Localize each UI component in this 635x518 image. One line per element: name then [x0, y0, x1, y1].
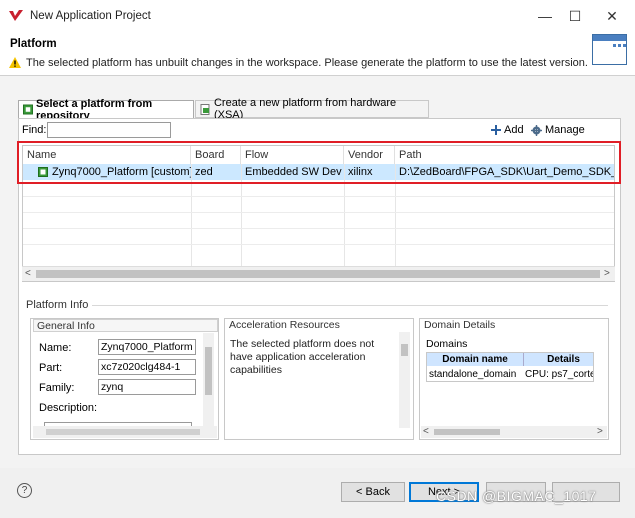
help-button[interactable]: ?: [17, 483, 32, 498]
close-button[interactable]: ✕: [597, 4, 627, 28]
window-title: New Application Project: [30, 10, 151, 22]
domain-name-cell[interactable]: standalone_domain: [429, 369, 516, 380]
acceleration-message: The selected platform does not have appl…: [230, 338, 375, 376]
tab-select-platform[interactable]: Select a platform from repository: [18, 98, 194, 122]
scroll-right-icon[interactable]: >: [597, 426, 603, 437]
general-info-title: General Info: [33, 319, 218, 332]
warning-message: The selected platform has unbuilt change…: [26, 57, 588, 69]
page-title: Platform: [10, 38, 57, 50]
back-button[interactable]: < Back: [341, 482, 405, 502]
gear-icon: [531, 124, 542, 136]
scroll-right-icon[interactable]: >: [604, 268, 610, 279]
domain-details-cell[interactable]: CPU: ps7_corte: [525, 369, 593, 380]
description-label: Description:: [39, 402, 98, 414]
watermark-text: CSDN @BIGMAC_1017: [436, 488, 597, 504]
scrollbar-thumb[interactable]: [36, 270, 600, 278]
selection-highlight-annotation: [17, 141, 621, 184]
row-divider: [23, 244, 614, 245]
name-field[interactable]: Zynq7000_Platform: [98, 339, 196, 355]
name-label: Name:: [39, 342, 72, 354]
manage-button[interactable]: Manage: [531, 124, 585, 136]
platform-info-label: Platform Info: [26, 299, 89, 311]
domains-table: Domain name Details standalone_domain CP…: [426, 352, 594, 382]
find-input[interactable]: [47, 122, 171, 138]
scrollbar-thumb[interactable]: [434, 429, 500, 435]
column-header-domain-name[interactable]: Domain name: [427, 353, 524, 366]
add-label: Add: [504, 124, 524, 136]
part-field[interactable]: xc7z020clg484-1: [98, 359, 196, 375]
column-header-details[interactable]: Details: [524, 353, 593, 366]
acceleration-resources-title: Acceleration Resources: [229, 319, 340, 331]
general-info-hscrollbar[interactable]: [33, 426, 217, 438]
general-info-scrollbar[interactable]: [203, 333, 214, 426]
manage-label: Manage: [545, 124, 585, 136]
minimize-button[interactable]: —: [530, 4, 560, 28]
platform-info-divider: [92, 305, 608, 306]
part-label: Part:: [39, 362, 63, 374]
table-horizontal-scrollbar[interactable]: < >: [22, 266, 615, 281]
wizard-banner-icon: [592, 34, 627, 65]
row-divider: [23, 212, 614, 213]
acceleration-resources-panel: [224, 318, 414, 440]
vitis-logo-icon: [9, 10, 23, 21]
row-divider: [23, 196, 614, 197]
maximize-button[interactable]: ☐: [560, 4, 590, 28]
xsa-file-icon: [200, 103, 210, 115]
domains-label: Domains: [426, 338, 468, 350]
acceleration-scrollbar[interactable]: [399, 332, 410, 428]
platform-icon: [23, 104, 33, 115]
warning-icon: [9, 57, 21, 68]
domain-details-title: Domain Details: [424, 319, 496, 331]
scrollbar-thumb[interactable]: [401, 344, 408, 356]
family-field[interactable]: zynq: [98, 379, 196, 395]
scroll-left-icon[interactable]: <: [423, 426, 429, 437]
find-label: Find:: [22, 124, 47, 136]
tab-create-platform[interactable]: Create a new platform from hardware (XSA…: [195, 97, 429, 121]
scrollbar-thumb[interactable]: [205, 347, 212, 395]
plus-icon: [491, 125, 501, 135]
scrollbar-thumb[interactable]: [46, 429, 200, 435]
domain-hscrollbar[interactable]: < >: [421, 426, 607, 438]
family-label: Family:: [39, 382, 75, 394]
scroll-left-icon[interactable]: <: [25, 268, 31, 279]
row-divider: [23, 228, 614, 229]
add-button[interactable]: Add: [491, 124, 524, 136]
